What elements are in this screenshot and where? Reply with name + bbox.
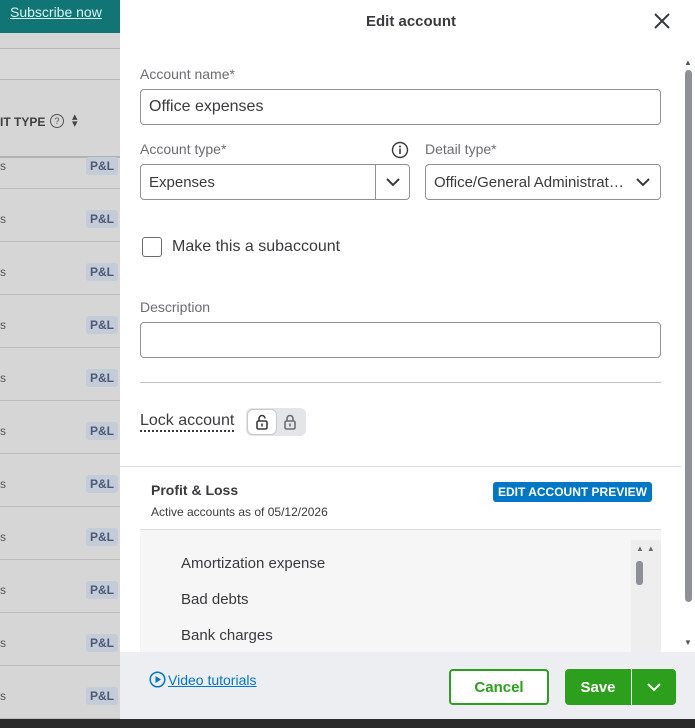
subaccount-checkbox[interactable] [142, 237, 162, 257]
lock-icon[interactable] [276, 410, 304, 434]
lock-account-label: Lock account [140, 411, 235, 432]
status-badge: P&L [86, 316, 118, 334]
subscribe-link[interactable]: Subscribe now [10, 4, 102, 20]
table-row: s P&L [0, 136, 120, 189]
row-text: s [0, 530, 6, 544]
info-icon[interactable] [391, 141, 409, 159]
table-row: s P&L [0, 242, 120, 295]
row-text: s [0, 159, 6, 173]
subaccount-label: Make this a subaccount [172, 238, 341, 255]
row-text: s [0, 371, 6, 385]
chevron-down-icon [647, 682, 661, 691]
row-text: s [0, 689, 6, 703]
table-row: s P&L [0, 613, 120, 666]
status-badge: P&L [86, 581, 118, 599]
preview-subtitle: Active accounts as of 05/12/2026 [151, 505, 328, 519]
scroll-down-icon[interactable]: ▼ [684, 638, 692, 647]
status-badge: P&L [86, 634, 118, 652]
background-page: Subscribe now IT TYPE ? ▴ ▾ s P&L s P&L s P&L s… [0, 0, 120, 728]
list-item: Amortization expense [181, 555, 326, 572]
preview-title: Profit & Loss [151, 482, 239, 498]
table-row: s P&L [0, 348, 120, 401]
column-header-type: IT TYPE [0, 115, 46, 129]
panel-scrollbar[interactable]: ▲ ▼ [684, 58, 693, 648]
table-row: s P&L [0, 666, 120, 719]
sort-icon: ▴ ▾ [72, 111, 78, 130]
account-name-label: Account name* [140, 66, 235, 82]
background-search-bar [0, 48, 120, 80]
account-type-label: Account type* [140, 141, 227, 157]
detail-type-select[interactable]: Office/General Administrative Expenses [425, 164, 661, 200]
panel-title: Edit account [365, 13, 456, 30]
row-text: s [0, 636, 6, 650]
lock-toggle[interactable] [246, 408, 306, 436]
status-badge: P&L [86, 687, 118, 705]
status-badge: P&L [86, 210, 118, 228]
subscribe-banner: Subscribe now [0, 0, 120, 33]
description-label: Description [140, 299, 211, 315]
status-badge: P&L [86, 157, 118, 175]
list-item: Bank charges [181, 627, 273, 644]
unlock-icon[interactable] [248, 410, 276, 434]
row-text: s [0, 424, 6, 438]
play-circle-icon [149, 671, 166, 688]
video-tutorials-label: Video tutorials [168, 671, 257, 688]
help-icon: ? [50, 114, 64, 128]
status-badge: P&L [86, 475, 118, 493]
detail-type-label: Detail type* [425, 141, 497, 157]
section-divider [140, 382, 661, 383]
panel-footer: Video tutorials Cancel Save [120, 652, 695, 719]
scroll-up-icon[interactable]: ▲ [684, 58, 692, 67]
edit-account-preview-badge: EDIT ACCOUNT PREVIEW [493, 482, 652, 502]
chevron-down-icon [626, 165, 660, 199]
account-type-value: Expenses [149, 173, 215, 191]
scroll-thumb[interactable] [685, 70, 692, 602]
save-button[interactable]: Save [565, 669, 631, 705]
table-row: s P&L [0, 454, 120, 507]
preview-list[interactable]: Amortization expense Bad debts Bank char… [140, 530, 661, 653]
save-options-button[interactable] [632, 669, 676, 705]
row-text: s [0, 265, 6, 279]
account-preview: Profit & Loss Active accounts as of 05/1… [120, 466, 681, 653]
preview-scrollbar[interactable]: ▲▲ [631, 540, 661, 653]
row-text: s [0, 318, 6, 332]
scroll-up-icon[interactable]: ▲▲ [636, 544, 658, 553]
account-type-select[interactable]: Expenses [140, 164, 410, 200]
list-item: Bad debts [181, 591, 249, 608]
description-field[interactable] [140, 322, 661, 358]
chevron-down-icon [375, 165, 409, 199]
scroll-thumb[interactable] [636, 561, 643, 585]
status-badge: P&L [86, 422, 118, 440]
table-row: s P&L [0, 401, 120, 454]
table-row: s P&L [0, 295, 120, 348]
row-text: s [0, 583, 6, 597]
close-icon[interactable] [652, 11, 672, 31]
status-badge: P&L [86, 263, 118, 281]
detail-type-value: Office/General Administrative Expenses [434, 173, 626, 191]
row-text: s [0, 212, 6, 226]
edit-account-panel: Edit account Account name* Office expens… [120, 0, 695, 719]
taskbar-strip [0, 719, 695, 728]
row-text: s [0, 477, 6, 491]
status-badge: P&L [86, 528, 118, 546]
table-row: s P&L [0, 560, 120, 613]
video-tutorials-link[interactable]: Video tutorials [149, 671, 256, 688]
table-row: s P&L [0, 507, 120, 560]
status-badge: P&L [86, 369, 118, 387]
cancel-button[interactable]: Cancel [449, 669, 549, 705]
account-name-field[interactable]: Office expenses [140, 89, 661, 125]
table-row: s P&L [0, 189, 120, 242]
